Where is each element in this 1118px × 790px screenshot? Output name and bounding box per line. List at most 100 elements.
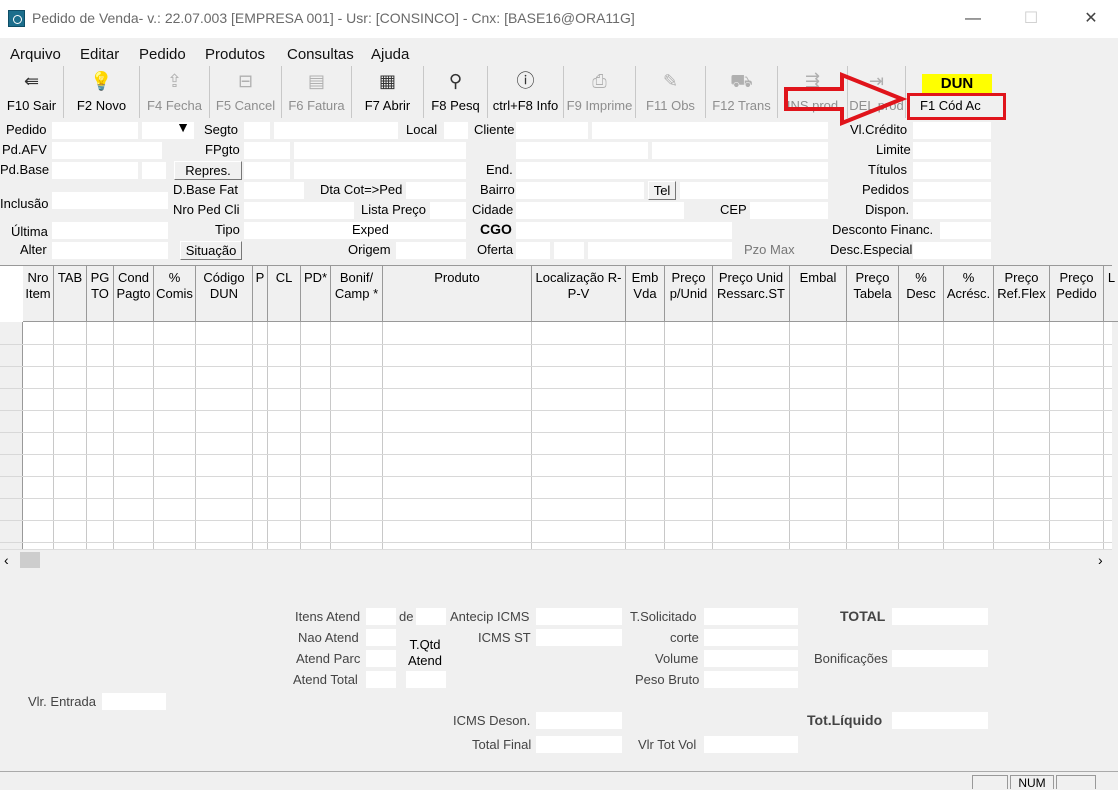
cliente-name-field[interactable] [592, 122, 828, 139]
status-bar: NUM [0, 771, 1118, 790]
column-header[interactable]: Bonif/ Camp * [331, 266, 383, 322]
label-limite: Limite [876, 142, 911, 157]
menu-produtos[interactable]: Produtos [205, 46, 265, 63]
inclusao-field [52, 192, 168, 209]
segto-field[interactable] [244, 122, 270, 139]
column-header[interactable]: Emb Vda [626, 266, 665, 322]
scroll-thumb[interactable] [20, 552, 40, 568]
menu-consultas[interactable]: Consultas [287, 46, 354, 63]
exped-field[interactable] [396, 222, 466, 239]
label-pd-base: Pd.Base [0, 162, 50, 177]
oferta-field[interactable] [516, 242, 550, 259]
bonificacoes-field [892, 650, 988, 667]
label-atend-total: Atend Total [293, 672, 358, 687]
label-tot-liquido: Tot.Líquido [807, 712, 883, 728]
close-button[interactable]: ✕ [1068, 0, 1114, 38]
menu-ajuda[interactable]: Ajuda [371, 46, 409, 63]
horizontal-scrollbar[interactable]: ‹ › [0, 549, 1112, 571]
column-header[interactable]: % Desc [899, 266, 944, 322]
column-header[interactable]: Preço Ref.Flex [994, 266, 1050, 322]
toolbar-button-cancel[interactable]: ⊟ F5 Cancel [210, 66, 282, 118]
pedido-field[interactable] [52, 122, 138, 139]
column-header[interactable]: % Acrésc. [944, 266, 994, 322]
table-row[interactable] [0, 432, 1112, 433]
fpgto-field[interactable] [244, 142, 290, 159]
column-header[interactable]: PG TO [87, 266, 114, 322]
column-header[interactable]: Localização R-P-V [532, 266, 626, 322]
scroll-left-icon[interactable]: ‹ [4, 552, 9, 568]
table-row[interactable] [0, 520, 1112, 521]
label-dta-cot: Dta Cot=>Ped [320, 182, 403, 197]
pd-base-field[interactable] [52, 162, 138, 179]
cgo-field[interactable] [516, 222, 550, 239]
column-header[interactable]: Código DUN [196, 266, 253, 322]
column-header[interactable]: Produto [383, 266, 532, 322]
toolbar-button-open[interactable]: ▦ F7 Abrir [352, 66, 424, 118]
segto-desc-field[interactable] [274, 122, 398, 139]
toolbar-button-binoculars[interactable]: ⚲ F8 Pesq [424, 66, 488, 118]
lista-preco-field[interactable] [430, 202, 466, 219]
menu-arquivo[interactable]: Arquivo [10, 46, 61, 63]
toolbar-button-notes[interactable]: ✎ F11 Obs [636, 66, 706, 118]
close-order-icon: ⇪ [166, 71, 183, 91]
vl-credito-field [913, 122, 991, 139]
column-header[interactable]: L [1104, 266, 1118, 322]
cliente-code-field[interactable] [516, 122, 588, 139]
table-row[interactable] [0, 410, 1112, 411]
pd-base-extra-field[interactable] [142, 162, 166, 179]
maximize-button[interactable]: ☐ [1008, 0, 1054, 38]
table-row[interactable] [0, 344, 1112, 345]
repres-button[interactable]: Repres. [174, 161, 242, 180]
tel-button[interactable]: Tel [648, 181, 676, 200]
column-header[interactable]: % Comis [154, 266, 196, 322]
local-field[interactable] [444, 122, 468, 139]
table-row[interactable] [0, 498, 1112, 499]
toolbar-button-invoice[interactable]: ▤ F6 Fatura [282, 66, 352, 118]
column-header[interactable]: Preço p/Unid [665, 266, 713, 322]
grid-column-line [789, 322, 790, 550]
column-header[interactable]: Preço Unid Ressarc.ST [713, 266, 790, 322]
highlight-box [907, 93, 1006, 120]
label-t-solicitado: T.Solicitado [630, 609, 697, 624]
column-header[interactable]: TAB [54, 266, 87, 322]
label-segto: Segto [204, 122, 238, 137]
ultima-field [52, 222, 168, 239]
table-row[interactable] [0, 454, 1112, 455]
table-row[interactable] [0, 366, 1112, 367]
toolbar-button-exit[interactable]: ⇚ F10 Sair [0, 66, 64, 118]
dta-cot-field[interactable] [406, 182, 466, 199]
situacao-button[interactable]: Situação [180, 241, 242, 260]
toolbar-button-info[interactable]: ⓘ ctrl+F8 Info [488, 66, 564, 118]
column-header[interactable]: CL [268, 266, 301, 322]
table-row[interactable] [0, 542, 1112, 543]
column-header[interactable]: Preço Tabela [847, 266, 899, 322]
column-header[interactable]: Preço Pedido [1050, 266, 1104, 322]
label-atend-parc: Atend Parc [296, 651, 361, 666]
toolbar-button-lightbulb[interactable]: 💡 F2 Novo [64, 66, 140, 118]
d-base-fat-field[interactable] [244, 182, 304, 199]
column-header[interactable]: Cond Pagto [114, 266, 154, 322]
volume-field [704, 650, 798, 667]
scroll-right-icon[interactable]: › [1098, 552, 1103, 568]
nro-ped-cli-field[interactable] [244, 202, 354, 219]
items-grid[interactable]: Nro Item TAB PG TO Cond Pagto% Comis Código … [0, 265, 1118, 550]
repres-field[interactable] [244, 162, 290, 179]
menu-pedido[interactable]: Pedido [139, 46, 186, 63]
pedido-dropdown[interactable]: ▼ [142, 119, 194, 139]
cancel-icon: ⊟ [237, 71, 254, 91]
table-row[interactable] [0, 388, 1112, 389]
toolbar-button-printer[interactable]: ⎙ F9 Imprime [564, 66, 636, 118]
toolbar-button-close-order[interactable]: ⇪ F4 Fecha [140, 66, 210, 118]
column-header[interactable]: PD* [301, 266, 331, 322]
toolbar-button-truck[interactable]: ⛟ F12 Trans [706, 66, 778, 118]
column-header[interactable]: P [253, 266, 268, 322]
vlr-entrada-field[interactable] [102, 693, 166, 710]
table-row[interactable] [0, 476, 1112, 477]
printer-icon: ⎙ [592, 71, 607, 91]
fpgto-desc-field[interactable] [294, 142, 466, 159]
pd-afv-field[interactable] [52, 142, 162, 159]
column-header[interactable]: Embal [790, 266, 847, 322]
column-header[interactable]: Nro Item [23, 266, 54, 322]
minimize-button[interactable]: — [950, 0, 996, 38]
menu-editar[interactable]: Editar [80, 46, 119, 63]
